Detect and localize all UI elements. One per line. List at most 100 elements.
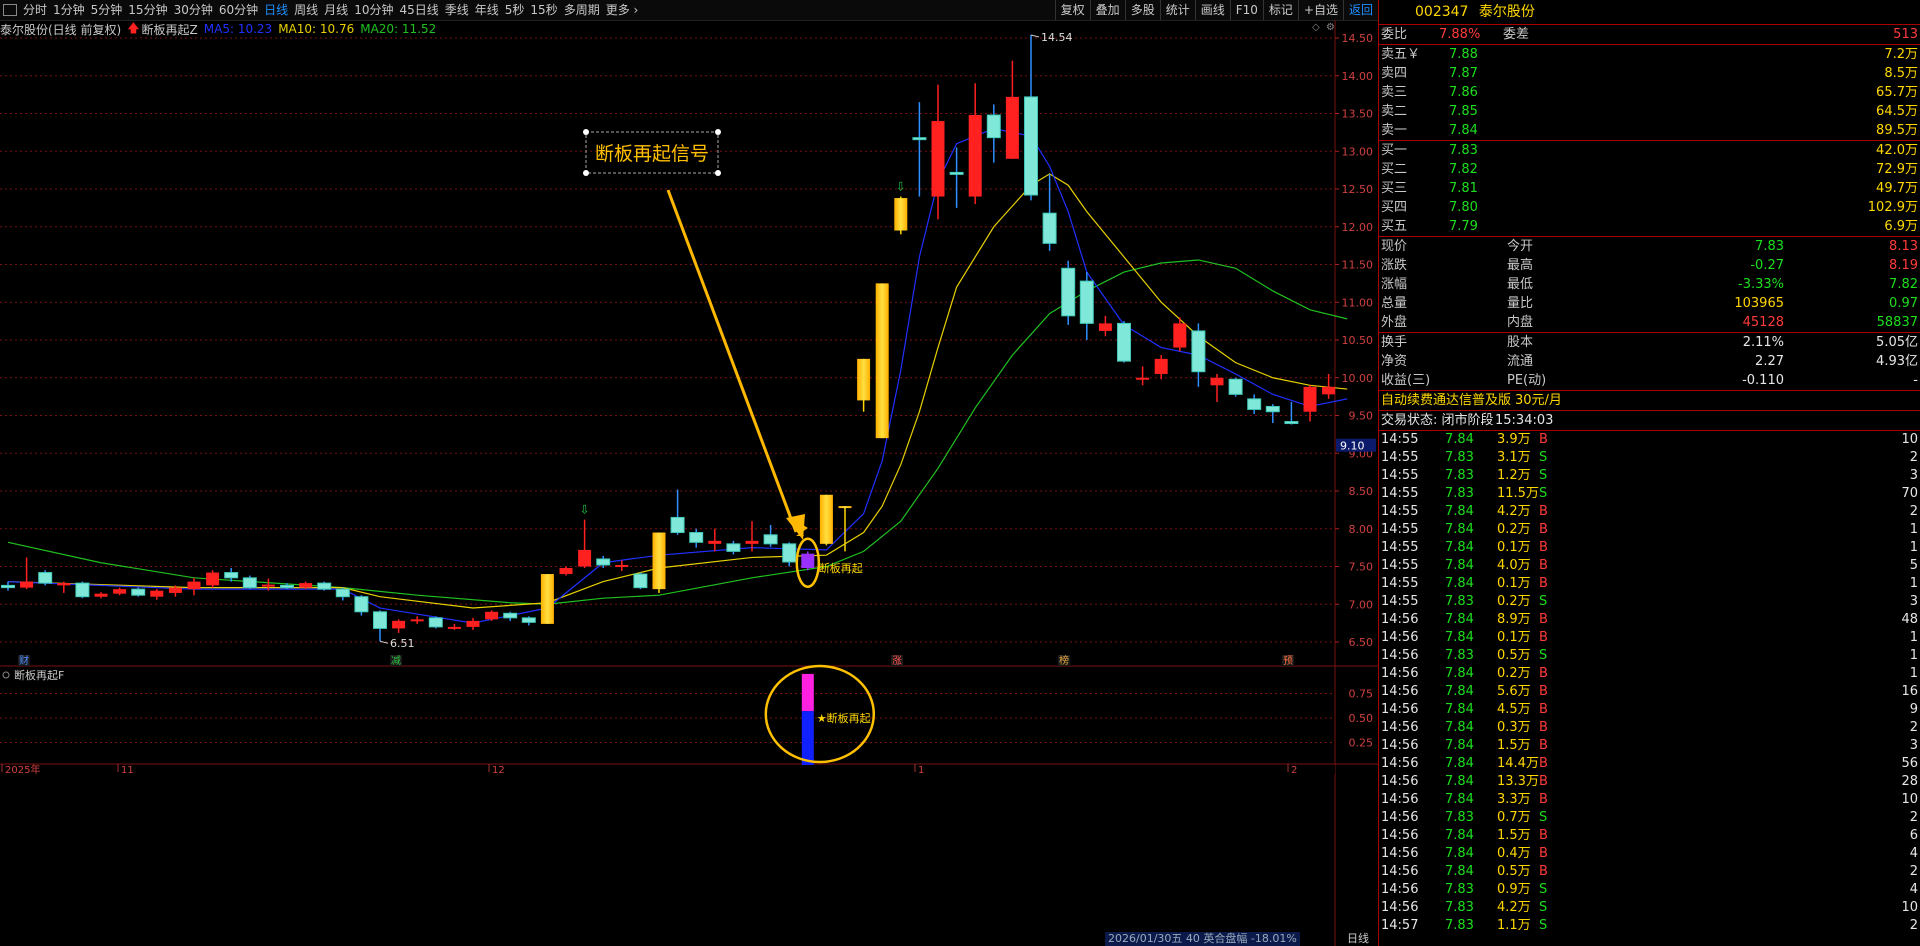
candle-body (949, 171, 964, 175)
candle (1303, 385, 1317, 422)
callout-arrow-line (666, 189, 798, 533)
menu-icon[interactable] (3, 4, 17, 16)
tick-v: 3.1万 (1497, 450, 1531, 465)
period-tab-2[interactable]: 5分钟 (88, 0, 126, 20)
period-tab-12[interactable]: 年线 (472, 0, 502, 20)
tick-p: 7.84 (1445, 792, 1474, 807)
tool-button-1[interactable]: 叠加 (1089, 0, 1125, 20)
quote-label: 涨幅 (1381, 277, 1408, 292)
period-tab-5[interactable]: 60分钟 (216, 0, 261, 20)
tick-v: 4.2万 (1497, 504, 1531, 519)
tick-row: 14:56 7.84 4.5万 B 9 (1379, 701, 1920, 719)
candle-body (578, 549, 592, 567)
candle (1117, 321, 1131, 363)
period-tab-13[interactable]: 5秒 (502, 0, 528, 20)
tool-button-4[interactable]: 画线 (1194, 0, 1230, 20)
candle (801, 551, 815, 571)
bottom-tab-daily[interactable]: 日线 (1340, 932, 1376, 946)
tick-d: B (1539, 864, 1548, 879)
callout-arrow-head (786, 514, 805, 540)
sells-row[interactable]: 卖五￥ 7.88 7.2万 (1379, 45, 1920, 64)
callout-handle (583, 170, 589, 176)
tick-t: 14:56 (1381, 666, 1419, 681)
sub-tick-label: 0.50 (1349, 712, 1374, 725)
candle-body (912, 137, 927, 141)
order-price: 7.88 (1449, 47, 1478, 62)
tool-button-8[interactable]: 返回 (1342, 0, 1378, 20)
sells-row[interactable]: 卖二 7.85 64.5万 (1379, 102, 1920, 121)
candle-body (447, 626, 461, 629)
tool-button-2[interactable]: 多股 (1124, 0, 1160, 20)
tool-button-6[interactable]: 标记 (1262, 0, 1298, 20)
tool-button-5[interactable]: F10 (1229, 0, 1263, 20)
period-tab-9[interactable]: 10分钟 (351, 0, 396, 20)
tick-list[interactable]: 14:55 7.84 3.9万 B 10 14:55 7.83 3.1万 S 2 14:55 7.83… (1379, 431, 1920, 935)
period-tab-14[interactable]: 15秒 (527, 0, 560, 20)
order-volume: 102.9万 (1867, 200, 1918, 215)
period-tab-11[interactable]: 季线 (442, 0, 472, 20)
order-price: 7.85 (1449, 104, 1478, 119)
candle-body (1136, 377, 1150, 380)
weibi-row: 委比 7.88% 委差 513 (1379, 25, 1920, 45)
buys-row[interactable]: 买三 7.81 49.7万 (1379, 179, 1920, 198)
order-label: 买五 (1381, 219, 1408, 234)
tick-p: 7.84 (1445, 828, 1474, 843)
sells-row[interactable]: 卖四 7.87 8.5万 (1379, 64, 1920, 83)
kline-chart[interactable]: 6.507.007.508.008.509.009.5010.0010.5011… (0, 20, 1378, 946)
candle-body (503, 612, 518, 619)
period-tab-10[interactable]: 45日线 (396, 0, 441, 20)
period-tab-8[interactable]: 月线 (321, 0, 351, 20)
high-marker (1030, 34, 1040, 38)
candle (1136, 366, 1150, 386)
sells-row[interactable]: 卖三 7.86 65.7万 (1379, 83, 1920, 102)
period-tab-0[interactable]: 分时 (20, 0, 50, 20)
candle (206, 570, 220, 588)
order-volume: 49.7万 (1876, 181, 1918, 196)
period-tab-6[interactable]: 日线 (261, 0, 291, 20)
buys-row[interactable]: 买四 7.80 102.9万 (1379, 198, 1920, 217)
tick-d: S (1539, 486, 1548, 501)
tick-p: 7.84 (1445, 630, 1474, 645)
weicha-value: 513 (1893, 27, 1918, 42)
buys-row[interactable]: 买五 7.79 6.9万 (1379, 217, 1920, 236)
period-tab-15[interactable]: 多周期 (561, 0, 603, 20)
tool-button-3[interactable]: 统计 (1159, 0, 1195, 20)
tick-row: 14:56 7.83 0.5万 S 1 (1379, 647, 1920, 665)
tool-button-7[interactable]: +自选 (1297, 0, 1343, 20)
buy-orders: 买一 7.83 42.0万 买二 7.82 72.9万 买三 7.81 49.7万 买四 7.80 1… (1379, 141, 1920, 237)
tick-row: 14:56 7.83 4.2万 S 10 (1379, 899, 1920, 917)
promo-row[interactable]: 自动续费通达信普及版 30元/月 (1379, 391, 1920, 411)
tick-v: 0.3万 (1497, 720, 1531, 735)
candle (1265, 404, 1280, 424)
tool-button-0[interactable]: 复权 (1054, 0, 1090, 20)
tick-t: 14:56 (1381, 648, 1419, 663)
stock-header[interactable]: 002347 泰尔股份 (1379, 0, 1920, 25)
candle-body (745, 540, 759, 544)
tick-n: 48 (1901, 612, 1918, 627)
tick-t: 14:55 (1381, 468, 1419, 483)
buys-row[interactable]: 买二 7.82 72.9万 (1379, 160, 1920, 179)
period-tab-4[interactable]: 30分钟 (171, 0, 216, 20)
period-tab-3[interactable]: 15分钟 (125, 0, 170, 20)
candle (708, 528, 722, 552)
tick-n: 4 (1909, 882, 1918, 897)
tick-v: 13.3万 (1497, 774, 1539, 789)
candle-body (1303, 386, 1317, 412)
fund-label: 换手 (1381, 335, 1408, 350)
buys-row[interactable]: 买一 7.83 42.0万 (1379, 141, 1920, 160)
candle-body (261, 584, 275, 587)
order-volume: 65.7万 (1876, 85, 1918, 100)
stock-name: 泰尔股份 (1478, 4, 1535, 20)
candle-body (168, 587, 182, 593)
fund-value: -0.110 (1742, 373, 1784, 388)
period-tab-7[interactable]: 周线 (291, 0, 321, 20)
tick-n: 4 (1909, 846, 1918, 861)
tick-v: 0.5万 (1497, 648, 1531, 663)
sells-row[interactable]: 卖一 7.84 89.5万 (1379, 121, 1920, 140)
candle-body (1322, 386, 1336, 395)
ma20-line (7, 259, 1348, 605)
period-tab-1[interactable]: 1分钟 (50, 0, 88, 20)
tick-n: 10 (1901, 792, 1918, 807)
period-tab-16[interactable]: 更多 › (603, 0, 642, 20)
sub-tick-label: 0.75 (1349, 688, 1374, 701)
